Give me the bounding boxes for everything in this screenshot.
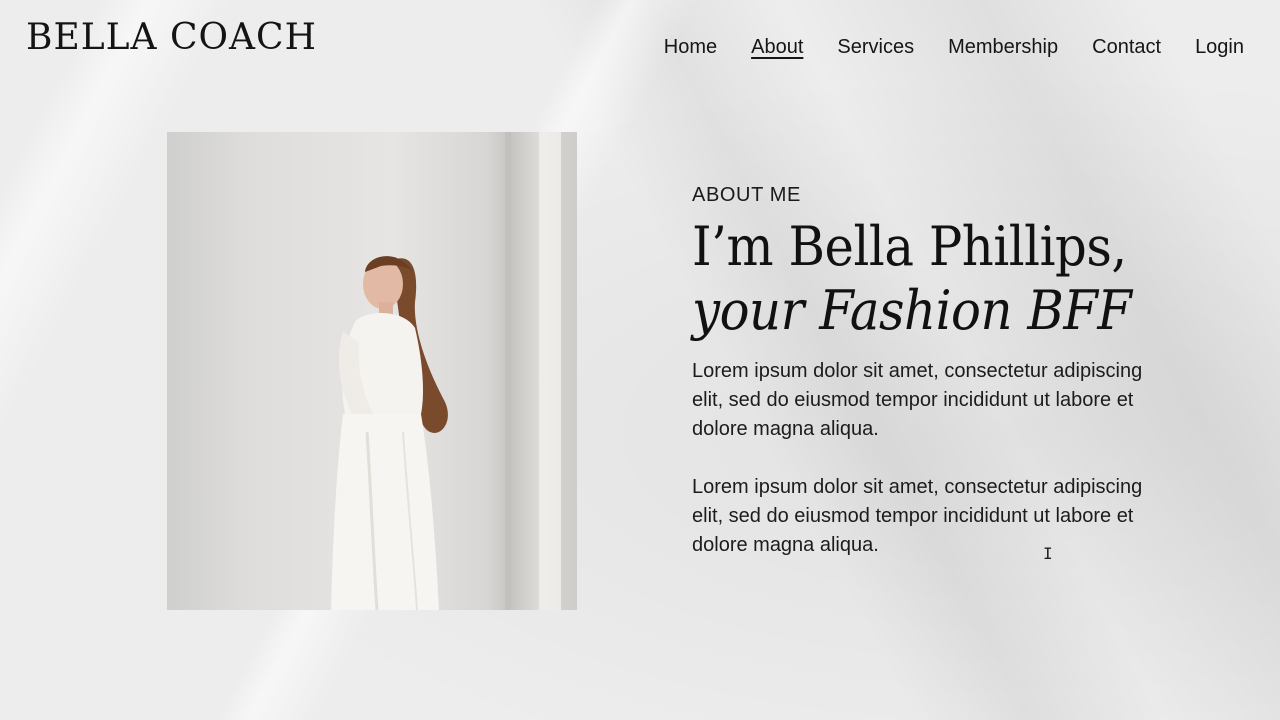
about-headline: I’m Bella Phillips, your Fashion BFF [692,215,1132,343]
text-cursor-icon: I [1043,544,1053,563]
headline-line-2: your Fashion BFF [692,279,1132,342]
about-paragraph-2: Lorem ipsum dolor sit amet, consectetur … [692,476,1143,556]
about-section: ABOUT ME I’m Bella Phillips, your Fashio… [692,184,1162,560]
nav-item-about[interactable]: About [751,36,803,59]
about-paragraph-1: Lorem ipsum dolor sit amet, consectetur … [692,360,1143,440]
about-eyebrow: ABOUT ME [692,184,801,206]
nav-item-contact[interactable]: Contact [1092,36,1161,59]
about-portrait-photo [167,132,577,610]
about-paragraphs: Lorem ipsum dolor sit amet, consectetur … [692,357,1162,560]
site-logo[interactable]: BELLA COACH [26,16,317,61]
headline-line-1: I’m Bella Phillips, [692,215,1127,278]
nav-item-home[interactable]: Home [664,36,717,59]
portrait-illustration [331,132,577,610]
main-nav: Home About Services Membership Contact L… [664,36,1244,59]
nav-item-login[interactable]: Login [1195,36,1244,59]
nav-item-membership[interactable]: Membership [948,36,1058,59]
nav-item-services[interactable]: Services [837,36,914,59]
